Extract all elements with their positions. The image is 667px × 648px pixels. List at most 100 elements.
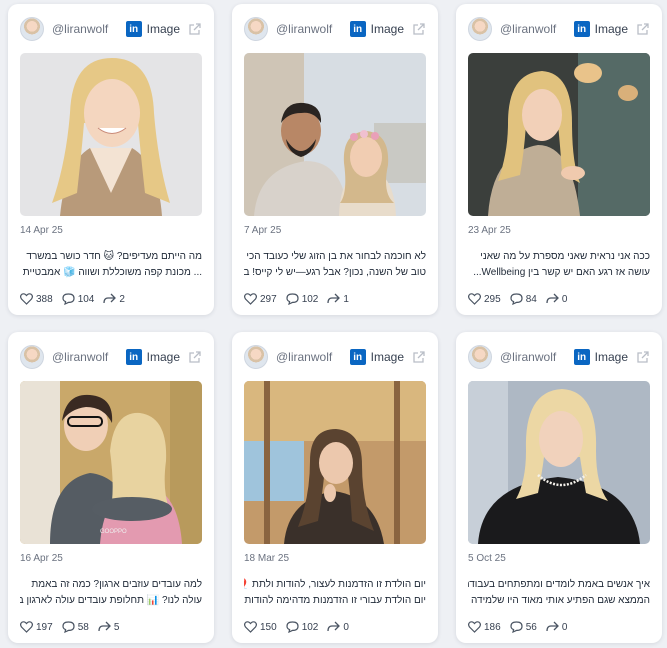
post-text[interactable]: ככה אני נראית שאני מספרת על מה שאני עושה…: [468, 249, 650, 281]
share-icon: [327, 293, 341, 304]
external-link-icon[interactable]: [636, 350, 650, 364]
author-handle[interactable]: @liranwolf: [52, 22, 126, 36]
post-image[interactable]: [468, 381, 650, 544]
post-stats: 186 56 0: [468, 619, 650, 635]
linkedin-icon: in: [125, 21, 142, 37]
linkedin-icon: in: [573, 21, 590, 37]
post-text-line: למה עובדים עוזבים ארגון? כמה זה באמת: [31, 579, 202, 590]
post-text-line: ... מכונת קפה משוכללת ושווה 🧊 אמבטיית: [22, 267, 202, 278]
comments-count: 102: [301, 621, 319, 633]
post-text[interactable]: לא חוכמה לבחור את בן הזוג שלי כעובד הכי …: [244, 249, 426, 281]
post-date: 14 Apr 25: [20, 225, 63, 236]
likes-stat: 186: [468, 621, 501, 633]
share-icon: [98, 621, 111, 632]
post-text[interactable]: איך אנשים באמת לומדים ומתפתחים בעבודה? ה…: [468, 577, 650, 609]
avatar[interactable]: [20, 17, 44, 41]
shares-count: 2: [119, 293, 125, 305]
likes-count: 150: [260, 621, 277, 633]
linkedin-icon: in: [349, 349, 366, 365]
likes-stat: 295: [468, 293, 501, 305]
external-link-icon[interactable]: [188, 350, 202, 364]
author-handle[interactable]: @liranwolf: [500, 22, 574, 36]
post-text-line: איך אנשים באמת לומדים ומתפתחים בעבודה?: [468, 579, 650, 590]
post-image[interactable]: [468, 53, 650, 216]
post-card[interactable]: @liranwolf in Image 18 Mar 25 יום הולדת …: [232, 332, 438, 643]
card-header: @liranwolf in Image: [468, 344, 650, 370]
likes-stat: 297: [244, 293, 277, 305]
likes-count: 297: [260, 293, 277, 305]
shares-count: 5: [113, 621, 120, 633]
card-header: @liranwolf in Image: [20, 344, 202, 370]
heart-icon: [20, 621, 33, 633]
post-date: 23 Apr 25: [468, 225, 511, 236]
post-type-label: Image: [146, 22, 180, 36]
post-text-line: טוב של השנה, נכון? אבל רגע—יש לי קייס! ב…: [244, 267, 426, 278]
post-type-label: Image: [594, 22, 628, 36]
post-text-line: לא חוכמה לבחור את בן הזוג שלי כעובד הכי: [246, 251, 426, 262]
external-link-icon[interactable]: [188, 22, 202, 36]
avatar[interactable]: [244, 17, 268, 41]
post-card[interactable]: @liranwolf in Image 14 Apr 25 מה הייתם מ…: [8, 4, 214, 315]
post-text[interactable]: יום הולדת זו הזדמנות לעצור, להודות ולתת …: [244, 577, 426, 609]
heart-icon: [244, 293, 257, 305]
avatar[interactable]: [468, 345, 492, 369]
avatar[interactable]: [468, 17, 492, 41]
post-type-label: Image: [146, 350, 180, 364]
post-card[interactable]: @liranwolf in Image GOOPPO 16 Apr 25 למה…: [8, 332, 214, 643]
share-icon: [327, 621, 341, 632]
post-card[interactable]: @liranwolf in Image 5 Oct 25 איך אנשים ב…: [456, 332, 662, 643]
avatar[interactable]: [20, 345, 44, 369]
comments-stat: 56: [510, 621, 537, 633]
heart-icon: [468, 621, 481, 633]
post-image[interactable]: [20, 53, 202, 216]
post-text-line: הממצא שגם הפתיע אותי מאוד היו שלמידה: [470, 595, 650, 606]
svg-text:GOOPPO: GOOPPO: [100, 529, 127, 535]
post-text[interactable]: למה עובדים עוזבים ארגון? כמה זה באמת עול…: [20, 577, 202, 609]
likes-stat: 150: [244, 621, 277, 633]
comments-count: 84: [525, 293, 537, 305]
post-type-label: Image: [370, 350, 404, 364]
linkedin-icon: in: [573, 349, 590, 365]
author-handle[interactable]: @liranwolf: [276, 350, 350, 364]
external-link-icon[interactable]: [412, 350, 426, 364]
shares-count: 0: [561, 293, 568, 305]
likes-count: 295: [484, 293, 501, 305]
heart-icon: [20, 293, 33, 305]
posts-grid: @liranwolf in Image 14 Apr 25 מה הייתם מ…: [8, 4, 662, 643]
external-link-icon[interactable]: [412, 22, 426, 36]
post-date: 7 Apr 25: [244, 225, 282, 236]
author-handle[interactable]: @liranwolf: [52, 350, 126, 364]
comment-icon: [62, 621, 75, 633]
author-handle[interactable]: @liranwolf: [276, 22, 350, 36]
post-stats: 197 58 5: [20, 619, 202, 635]
post-type-label: Image: [594, 350, 628, 364]
heart-icon: [244, 621, 257, 633]
shares-stat: 0: [327, 621, 349, 633]
likes-stat: 197: [20, 621, 53, 633]
post-text[interactable]: מה הייתם מעדיפים? 🐱 חדר כושר במשרד ... מ…: [20, 249, 202, 281]
post-image[interactable]: [244, 381, 426, 544]
comment-icon: [286, 621, 299, 633]
post-card[interactable]: @liranwolf in Image 7 Apr 25 לא חוכמה לב…: [232, 4, 438, 315]
linkedin-icon: in: [125, 349, 142, 365]
post-text-line: מה הייתם מעדיפים? 🐱 חדר כושר במשרד: [26, 251, 202, 262]
likes-count: 388: [36, 293, 53, 305]
author-handle[interactable]: @liranwolf: [500, 350, 574, 364]
external-link-icon[interactable]: [636, 22, 650, 36]
heart-icon: [468, 293, 481, 305]
post-card[interactable]: @liranwolf in Image 23 Apr 25 ככה אני נר…: [456, 4, 662, 315]
post-image[interactable]: GOOPPO: [20, 381, 202, 544]
avatar[interactable]: [244, 345, 268, 369]
post-date: 5 Oct 25: [468, 553, 506, 564]
comment-icon: [286, 293, 299, 305]
post-stats: 295 84 0: [468, 291, 650, 307]
share-icon: [546, 293, 559, 304]
comments-stat: 104: [62, 293, 94, 305]
linkedin-icon: in: [349, 21, 366, 37]
comment-icon: [510, 621, 523, 633]
comments-stat: 102: [286, 621, 319, 633]
post-image[interactable]: [244, 53, 426, 216]
comment-icon: [62, 293, 75, 305]
post-stats: 388 104 2: [20, 291, 202, 307]
post-date: 16 Apr 25: [20, 553, 63, 564]
